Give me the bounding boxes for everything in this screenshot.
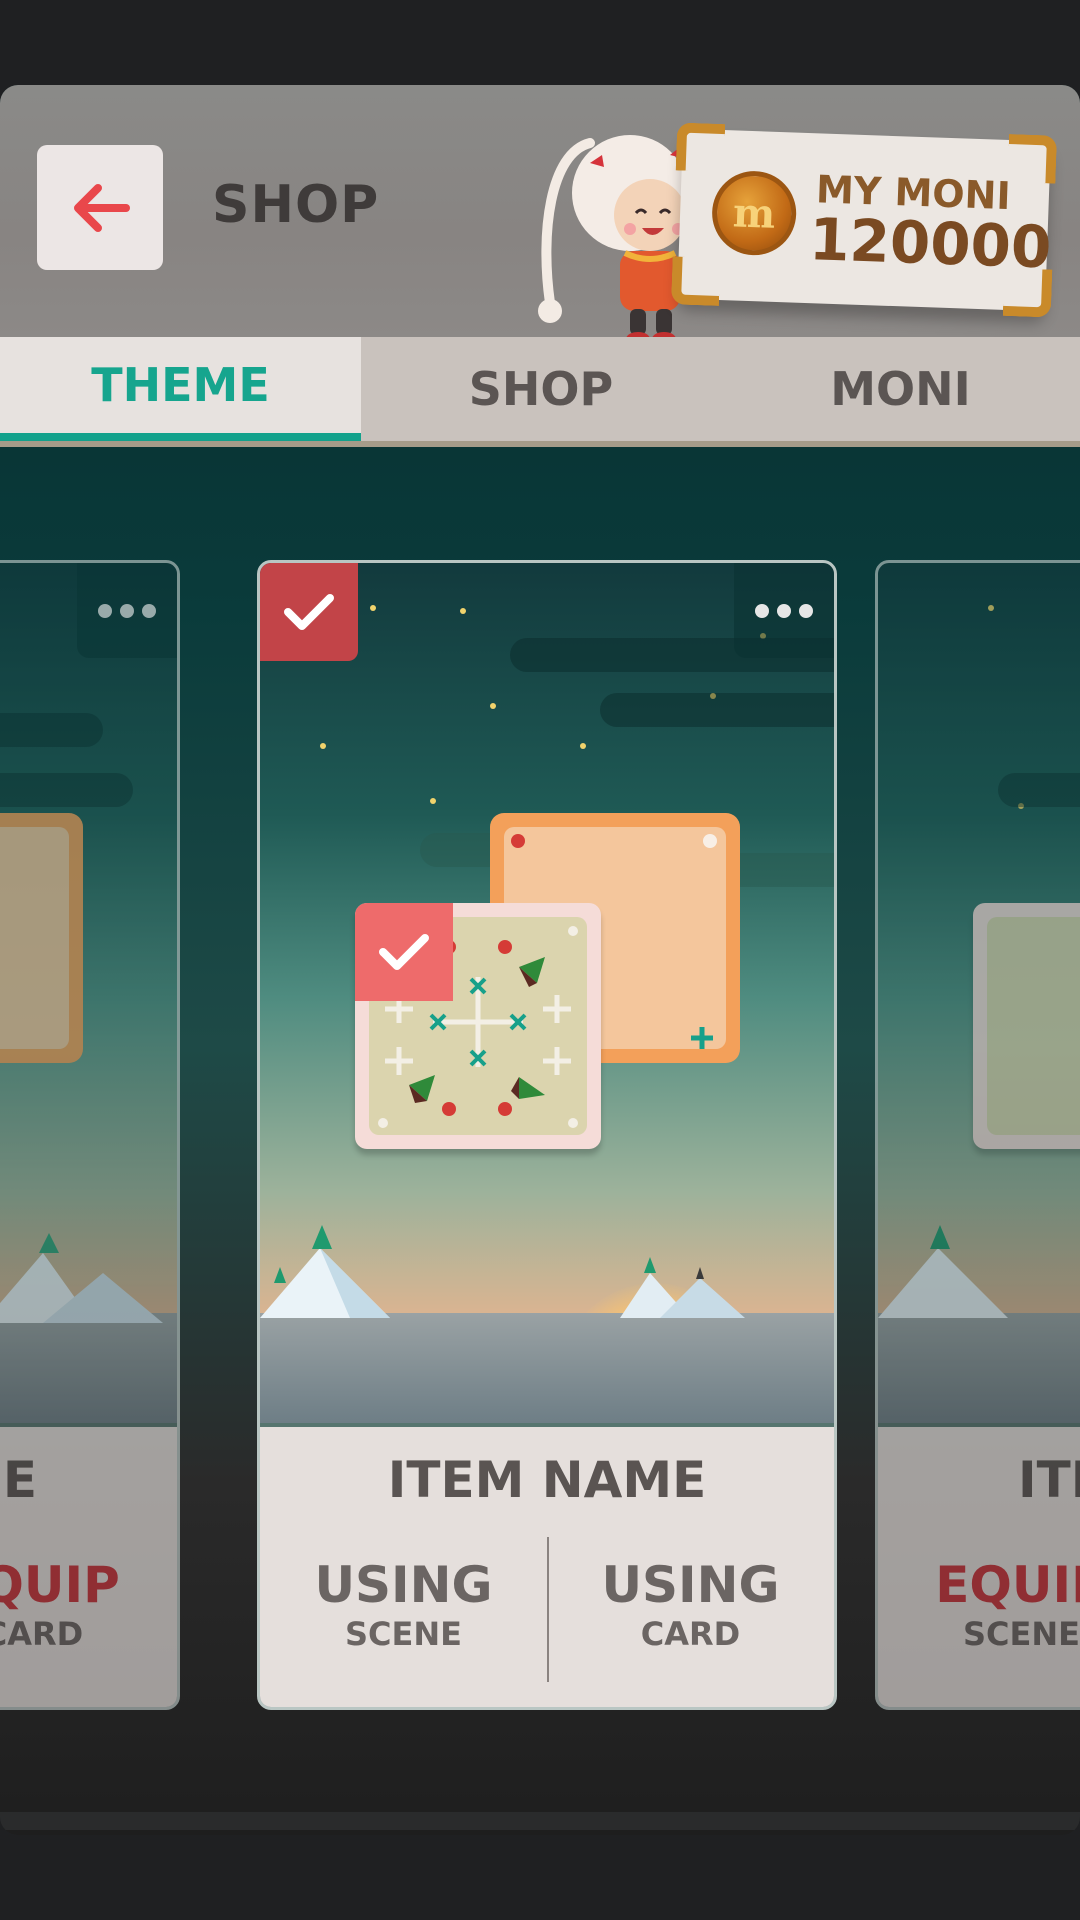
- my-moni-panel: m MY MONI 120000: [670, 122, 1058, 318]
- dot-icon: [799, 603, 813, 618]
- selected-theme-badge: [260, 563, 358, 661]
- dot-icon: [755, 603, 769, 618]
- iceberg-icon: [0, 1233, 163, 1323]
- card-info: ITE EQUIP SCENE: [878, 1423, 1080, 1707]
- bottom-edge: [0, 1812, 1080, 1830]
- theme-card-main[interactable]: ITEM NAME USING SCENE USING CARD: [257, 560, 837, 1710]
- using-label: USING: [314, 1556, 493, 1614]
- iceberg-icon: [878, 1225, 1008, 1318]
- iceberg-icon: [620, 1257, 745, 1318]
- iceberg-icon: [260, 1225, 390, 1318]
- more-options-button[interactable]: [77, 563, 177, 658]
- tab-moni[interactable]: MONI: [721, 337, 1080, 441]
- dot-icon: [98, 603, 112, 618]
- frame-corner-ornament: [1007, 134, 1058, 184]
- back-button[interactable]: [37, 145, 163, 270]
- equip-label: EQUIP: [935, 1556, 1080, 1614]
- scene-label: SCENE: [344, 1615, 463, 1653]
- tab-theme[interactable]: THEME: [0, 337, 361, 441]
- using-card-status[interactable]: USING CARD: [547, 1557, 834, 1653]
- shop-header: SHOP m MY MONI 120000: [0, 85, 1080, 346]
- item-name: ITEM NAME: [387, 1451, 707, 1509]
- frame-corner-ornament: [675, 122, 726, 173]
- dot-icon: [120, 603, 134, 618]
- app-frame: SHOP m MY MONI 120000 THEME SHOP MONI E …: [0, 85, 1080, 1835]
- more-options-button[interactable]: [734, 563, 834, 658]
- card-info: ITEM NAME USING SCENE USING CARD: [260, 1423, 834, 1707]
- equip-sublabel: SCENE: [962, 1615, 1080, 1653]
- item-name: ITE: [1018, 1451, 1080, 1509]
- page-title: SHOP: [212, 175, 380, 235]
- equip-label: EQUIP: [0, 1556, 120, 1614]
- theme-card-right[interactable]: ITE EQUIP SCENE: [875, 560, 1080, 1710]
- equip-sublabel: CARD: [0, 1615, 84, 1653]
- arrow-left-icon: [74, 183, 130, 232]
- dot-icon: [777, 603, 791, 618]
- frame-corner-ornament: [670, 256, 721, 306]
- card-selected-checkmark: [355, 903, 453, 1001]
- equip-card-button[interactable]: EQUIP CARD: [0, 1557, 177, 1653]
- using-label: USING: [601, 1556, 780, 1614]
- item-name: ME: [0, 1451, 37, 1509]
- card-label: CARD: [640, 1615, 741, 1653]
- moni-coin-icon: m: [710, 169, 798, 257]
- tab-shop[interactable]: SHOP: [361, 337, 721, 441]
- card-info: ME EQUIP CARD: [0, 1423, 177, 1707]
- moni-balance: 120000: [808, 205, 1053, 282]
- dot-icon: [142, 603, 156, 618]
- using-scene-status[interactable]: USING SCENE: [260, 1557, 547, 1653]
- checkmark-icon: [284, 594, 334, 630]
- equip-scene-button[interactable]: EQUIP SCENE: [878, 1557, 1080, 1653]
- tab-bar: THEME SHOP MONI: [0, 337, 1080, 447]
- theme-card-left[interactable]: ME EQUIP CARD: [0, 560, 180, 1710]
